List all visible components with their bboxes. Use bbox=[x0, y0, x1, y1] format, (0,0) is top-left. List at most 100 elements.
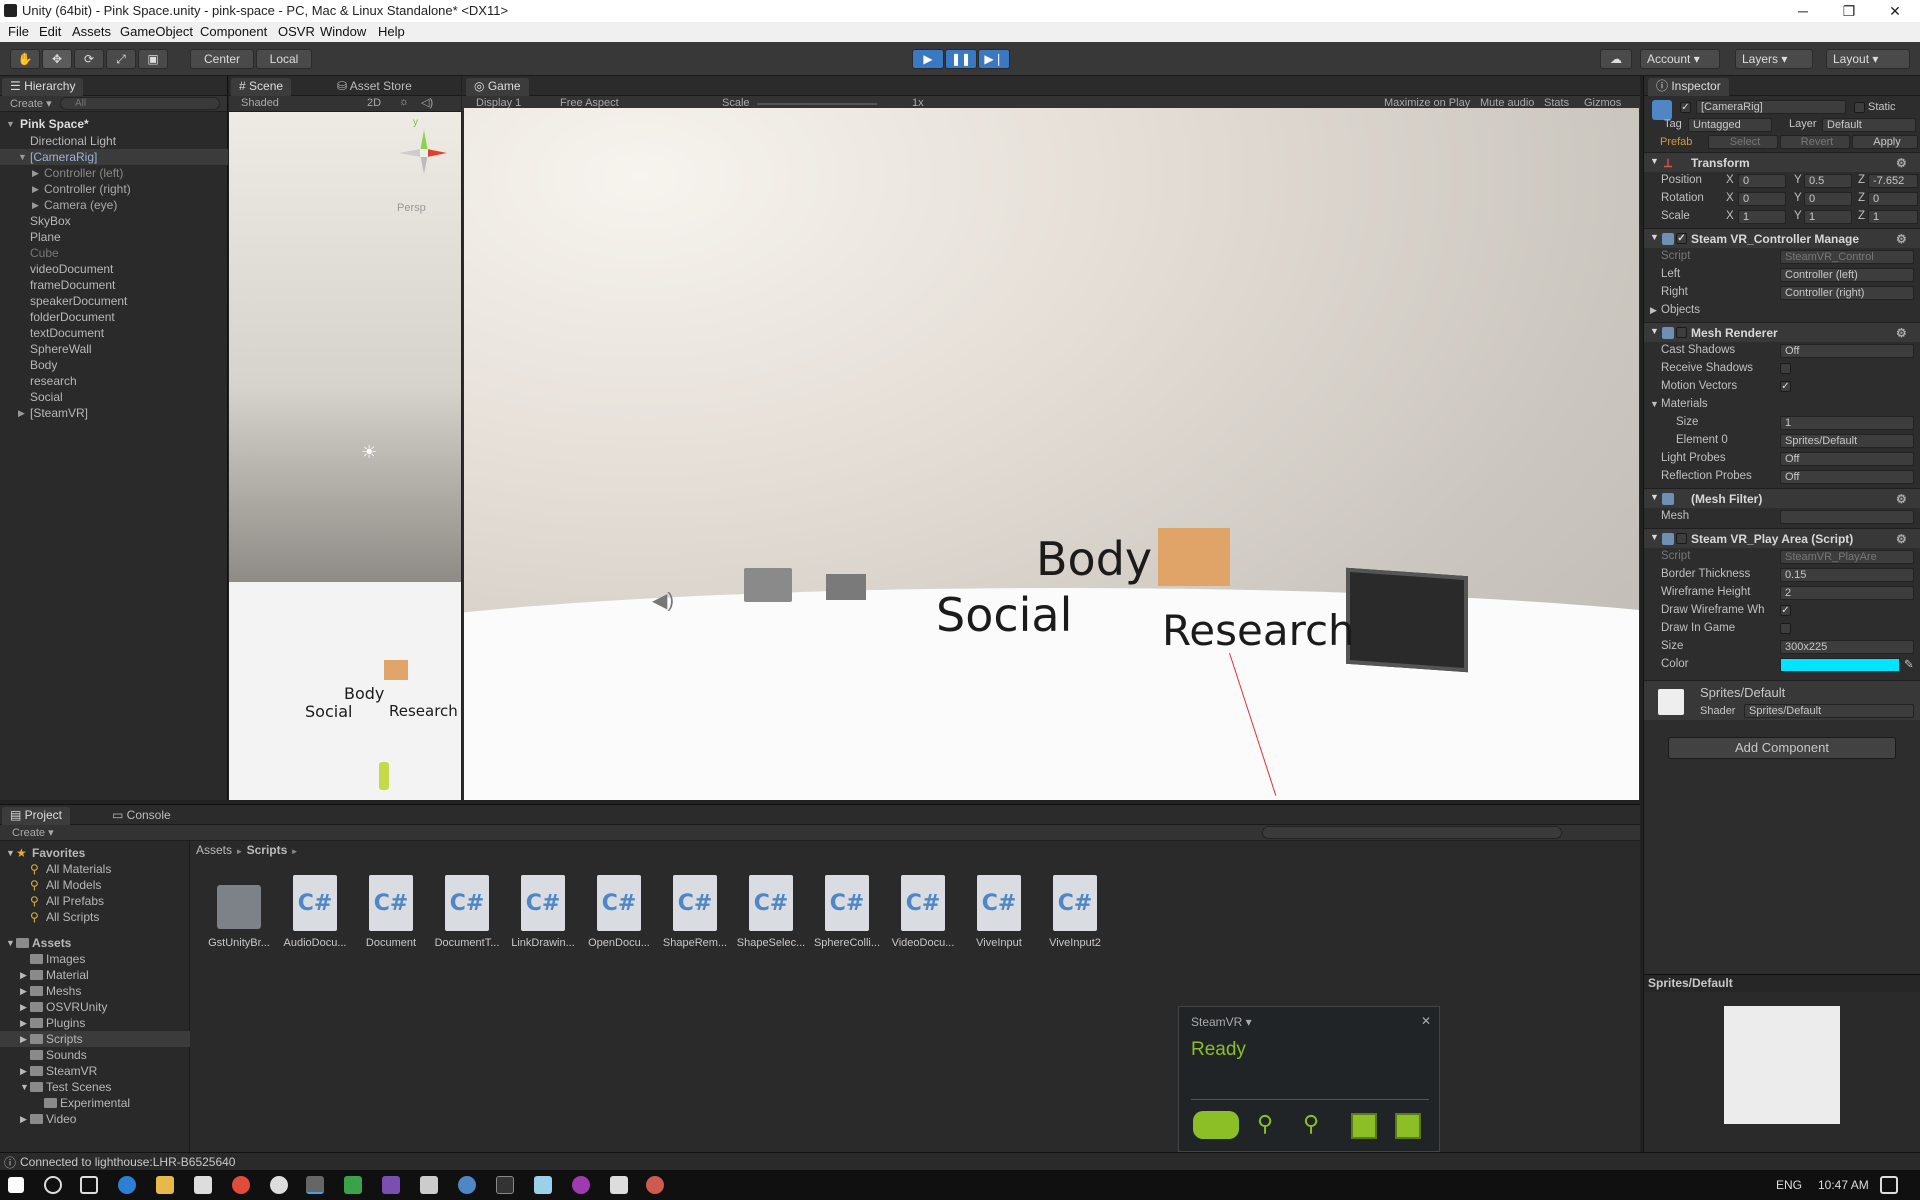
play-area-size-dropdown[interactable]: 300x225 bbox=[1780, 640, 1914, 654]
folder-item[interactable]: ▶ SteamVR bbox=[0, 1063, 190, 1079]
component-settings-icon[interactable]: ⚙ bbox=[1896, 232, 1907, 246]
component-settings-icon[interactable]: ⚙ bbox=[1896, 326, 1907, 340]
terminal-icon[interactable] bbox=[496, 1176, 514, 1194]
breadcrumb-assets[interactable]: Assets bbox=[196, 843, 232, 857]
collapse-arrow-icon[interactable]: ▶ bbox=[20, 1111, 27, 1127]
menu-gameobject[interactable]: GameObject bbox=[120, 24, 193, 39]
tag-dropdown[interactable]: Untagged bbox=[1688, 118, 1772, 132]
app-icon[interactable] bbox=[646, 1176, 664, 1194]
scale-y-field[interactable]: 1 bbox=[1804, 210, 1852, 224]
hierarchy-item[interactable]: SkyBox bbox=[0, 213, 228, 229]
expand-arrow-icon[interactable]: ▼ bbox=[6, 935, 15, 951]
assets-row[interactable]: ▼ Assets bbox=[0, 935, 190, 951]
draw-in-game-checkbox[interactable] bbox=[1780, 623, 1791, 634]
tab-inspector[interactable]: ⓘ Inspector bbox=[1648, 78, 1729, 96]
folder-item[interactable]: Sounds bbox=[0, 1047, 190, 1063]
collapse-arrow-icon[interactable]: ▶ bbox=[1650, 305, 1657, 316]
project-create-button[interactable]: Create ▾ bbox=[12, 826, 54, 839]
reflection-probes-dropdown[interactable]: Off bbox=[1780, 470, 1914, 484]
tab-hierarchy[interactable]: ☰ Hierarchy bbox=[2, 78, 84, 96]
folder-item[interactable]: ▶ Plugins bbox=[0, 1015, 190, 1031]
prefab-apply-button[interactable]: Apply bbox=[1852, 135, 1918, 149]
play-area-header[interactable]: ▼ Steam VR_Play Area (Script) ⚙ bbox=[1644, 528, 1920, 548]
expand-arrow-icon[interactable]: ▼ bbox=[1650, 232, 1659, 242]
collapse-arrow-icon[interactable]: ▶ bbox=[20, 1063, 27, 1079]
chrome-icon[interactable] bbox=[232, 1176, 250, 1194]
rotate-tool-icon[interactable]: ⟳ bbox=[74, 49, 104, 69]
folder-item[interactable]: ▶ Meshs bbox=[0, 983, 190, 999]
materials-row[interactable]: ▼ Materials bbox=[1644, 396, 1920, 414]
asset-item[interactable]: C# OpenDocu... bbox=[582, 875, 656, 965]
collapse-arrow-icon[interactable]: ▶ bbox=[20, 1031, 27, 1047]
collapse-arrow-icon[interactable]: ▶ bbox=[32, 181, 39, 197]
shading-dropdown[interactable]: Shaded bbox=[241, 97, 279, 109]
left-controller-field[interactable]: Controller (left) bbox=[1780, 268, 1914, 282]
favorite-item[interactable]: ⚲ All Materials bbox=[0, 861, 190, 877]
account-dropdown[interactable]: Account ▾ bbox=[1640, 49, 1720, 69]
mode-2d-toggle[interactable]: 2D bbox=[367, 97, 381, 109]
tab-asset-store[interactable]: ⛁ Asset Store bbox=[329, 78, 420, 96]
scene-root-row[interactable]: ▼ Pink Space* bbox=[0, 116, 228, 132]
tab-scene[interactable]: # Scene bbox=[231, 78, 292, 96]
edge-browser-icon[interactable] bbox=[118, 1176, 136, 1194]
active-checkbox[interactable]: ✓ bbox=[1680, 102, 1691, 113]
asset-item[interactable]: C# LinkDrawin... bbox=[506, 875, 580, 965]
folder-item[interactable]: Experimental bbox=[0, 1095, 190, 1111]
game-viewport[interactable]: ◀) Body Social Research bbox=[464, 108, 1639, 800]
hierarchy-item[interactable]: Body bbox=[0, 357, 228, 373]
static-checkbox[interactable] bbox=[1854, 102, 1865, 113]
hierarchy-item[interactable]: folderDocument bbox=[0, 309, 228, 325]
add-component-button[interactable]: Add Component bbox=[1668, 737, 1896, 759]
expand-arrow-icon[interactable]: ▼ bbox=[1650, 492, 1659, 502]
asset-item[interactable]: C# ViveInput bbox=[962, 875, 1036, 965]
rect-tool-icon[interactable]: ▣ bbox=[138, 49, 168, 69]
component-settings-icon[interactable]: ⚙ bbox=[1896, 532, 1907, 546]
cloud-icon[interactable]: ☁ bbox=[1600, 49, 1632, 69]
asset-item[interactable]: C# ShapeRem... bbox=[658, 875, 732, 965]
component-settings-icon[interactable]: ⚙ bbox=[1896, 492, 1907, 506]
component-enabled-checkbox[interactable]: ✓ bbox=[1676, 233, 1687, 244]
scale-z-field[interactable]: 1 bbox=[1868, 210, 1918, 224]
menu-help[interactable]: Help bbox=[378, 24, 405, 39]
visual-studio-icon[interactable] bbox=[382, 1176, 400, 1194]
folder-item[interactable]: ▶ OSVRUnity bbox=[0, 999, 190, 1015]
clock[interactable]: 10:47 AM bbox=[1818, 1178, 1869, 1192]
hierarchy-item[interactable]: ▶ Camera (eye) bbox=[0, 197, 228, 213]
windows-start-icon[interactable] bbox=[8, 1177, 24, 1193]
rotation-x-field[interactable]: 0 bbox=[1738, 192, 1786, 206]
expand-arrow-icon[interactable]: ▼ bbox=[18, 149, 27, 165]
scene-viewport[interactable]: y Persp ☀ Body Social Research bbox=[229, 112, 461, 800]
favorite-item[interactable]: ⚲ All Prefabs bbox=[0, 893, 190, 909]
shader-dropdown[interactable]: Sprites/Default bbox=[1744, 704, 1914, 718]
objects-row[interactable]: ▶ Objects bbox=[1644, 302, 1920, 320]
rotation-y-field[interactable]: 0 bbox=[1804, 192, 1852, 206]
collapse-arrow-icon[interactable]: ▶ bbox=[20, 983, 27, 999]
hierarchy-item[interactable]: speakerDocument bbox=[0, 293, 228, 309]
app-icon[interactable] bbox=[270, 1176, 288, 1194]
component-enabled-checkbox[interactable] bbox=[1676, 533, 1687, 544]
hierarchy-item[interactable]: SphereWall bbox=[0, 341, 228, 357]
project-search-input[interactable] bbox=[1262, 826, 1562, 839]
notifications-icon[interactable] bbox=[1880, 1176, 1898, 1194]
app-icon[interactable] bbox=[572, 1176, 590, 1194]
mesh-field[interactable] bbox=[1780, 510, 1914, 524]
hierarchy-search-input[interactable] bbox=[60, 97, 220, 110]
hierarchy-create-button[interactable]: Create ▾ bbox=[10, 97, 52, 110]
folder-item[interactable]: ▼ Test Scenes bbox=[0, 1079, 190, 1095]
tab-project[interactable]: ▤ Project bbox=[2, 807, 71, 825]
asset-item[interactable]: C# SphereColli... bbox=[810, 875, 884, 965]
tab-game[interactable]: ◎ Game bbox=[466, 78, 529, 96]
collapse-arrow-icon[interactable]: ▶ bbox=[20, 1015, 27, 1031]
material-header[interactable]: Sprites/Default Shader Sprites/Default bbox=[1644, 680, 1920, 720]
steamvr-close-button[interactable]: ✕ bbox=[1421, 1014, 1431, 1028]
asset-item[interactable]: C# VideoDocu... bbox=[886, 875, 960, 965]
move-tool-icon[interactable]: ✥ bbox=[42, 49, 72, 69]
component-settings-icon[interactable]: ⚙ bbox=[1896, 156, 1907, 170]
hierarchy-item[interactable]: textDocument bbox=[0, 325, 228, 341]
task-view-icon[interactable] bbox=[80, 1176, 98, 1194]
play-button[interactable]: ▶ bbox=[912, 49, 944, 69]
hierarchy-item[interactable]: frameDocument bbox=[0, 277, 228, 293]
hierarchy-item-selected[interactable]: ▼ [CameraRig] bbox=[0, 149, 228, 165]
draw-wireframe-checkbox[interactable]: ✓ bbox=[1780, 605, 1791, 616]
menu-file[interactable]: File bbox=[8, 24, 29, 39]
